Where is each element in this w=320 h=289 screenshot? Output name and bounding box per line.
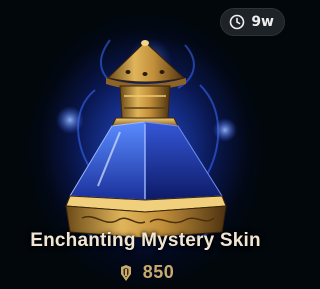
clock-icon xyxy=(230,14,245,30)
time-remaining-text: 9w xyxy=(251,14,274,30)
price-value: 850 xyxy=(142,262,175,282)
shop-item-card[interactable]: 9w Enchanting Mystery Skin 850 xyxy=(0,0,291,289)
time-remaining-badge: 9w xyxy=(220,8,285,36)
item-price: 850 xyxy=(0,262,291,283)
riot-points-icon xyxy=(120,264,131,281)
item-title: Enchanting Mystery Skin xyxy=(30,230,261,251)
